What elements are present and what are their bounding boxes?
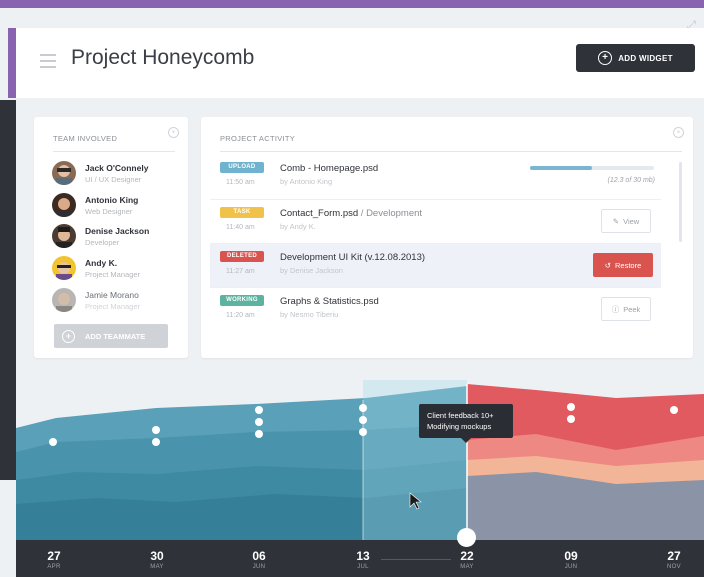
member-name: Jamie Morano: [85, 290, 139, 300]
file-name: Contact_Form.psd / Development: [280, 208, 423, 219]
team-panel: TEAM INVOLVED × Jack O'Connely UI / UX D…: [34, 117, 188, 358]
left-rail: [0, 100, 16, 480]
status-badge: TASK: [220, 207, 264, 218]
chart-tooltip: Client feedback 10+ Modifying mockups: [419, 404, 513, 443]
restore-icon: ↺: [604, 260, 612, 270]
activity-row[interactable]: UPLOAD 11:50 am Comb - Homepage.psd by A…: [210, 155, 661, 199]
peek-button[interactable]: ⓘ Peek: [601, 297, 651, 321]
team-member[interactable]: Denise Jackson Developer: [52, 224, 182, 252]
axis-tick[interactable]: 22 MAY: [447, 549, 487, 570]
activity-row[interactable]: DELETED 11:27 am Development UI Kit (v.1…: [210, 243, 661, 288]
add-teammate-label: ADD TEAMMATE: [85, 331, 146, 341]
activity-row[interactable]: WORKING 11:20 am Graphs & Statistics.psd…: [210, 287, 661, 332]
activity-time: 11:20 am: [226, 312, 255, 319]
member-role: UI / UX Designer: [85, 175, 142, 184]
activity-time: 11:27 am: [226, 268, 255, 275]
activity-author: by Andy K.: [280, 222, 316, 231]
page-header: Project Honeycomb + ADD WIDGET: [16, 28, 704, 98]
file-name: Graphs & Statistics.psd: [280, 296, 379, 307]
header-accent-bar: [8, 28, 16, 98]
file-name: Development UI Kit (v.12.08.2013): [280, 252, 426, 263]
range-connector: [381, 559, 451, 560]
activity-time: 11:50 am: [226, 179, 255, 186]
member-name: Andy K.: [85, 258, 118, 268]
team-member[interactable]: Antonio King Web Designer: [52, 193, 182, 221]
stream-layer: [467, 472, 704, 540]
team-member[interactable]: Andy K. Project Manager: [52, 256, 182, 284]
activity-row[interactable]: TASK 11:40 am Contact_Form.psd / Develop…: [210, 199, 661, 244]
file-name: Comb - Homepage.psd: [280, 163, 379, 174]
activity-author: by Nesmo Tiberiu: [280, 310, 339, 319]
axis-tick[interactable]: 09 JUN: [551, 549, 591, 570]
upload-progress-bar: [530, 166, 654, 170]
activity-author: by Antonio King: [280, 177, 333, 186]
scrollbar[interactable]: [679, 162, 682, 242]
member-role: Project Manager: [85, 302, 141, 311]
top-accent-strip: [0, 0, 704, 8]
timeline-axis: 27 APR 30 MAY 06 JUN 13 JUL 22 MAY 09 JUN 27 NO…: [16, 540, 704, 577]
plus-circle-icon: +: [62, 329, 75, 343]
avatar: [52, 224, 76, 248]
add-widget-button[interactable]: + ADD WIDGET: [576, 44, 695, 72]
member-name: Antonio King: [85, 195, 139, 205]
tooltip-line: Client feedback 10+: [427, 411, 494, 420]
status-badge: UPLOAD: [220, 162, 264, 173]
axis-tick[interactable]: 27 APR: [34, 549, 74, 570]
plus-circle-icon: +: [598, 51, 613, 65]
axis-tick[interactable]: 30 MAY: [137, 549, 177, 570]
close-icon[interactable]: ×: [673, 127, 684, 138]
member-role: Project Manager: [85, 270, 141, 279]
page-title: Project Honeycomb: [71, 46, 255, 69]
add-widget-label: ADD WIDGET: [618, 53, 673, 63]
divider: [220, 151, 682, 152]
avatar: [52, 256, 76, 280]
avatar: [52, 288, 76, 312]
add-teammate-button[interactable]: + ADD TEAMMATE: [54, 324, 168, 348]
activity-panel-title: PROJECT ACTIVITY: [220, 134, 296, 143]
team-panel-title: TEAM INVOLVED: [53, 134, 118, 143]
tooltip-line: Modifying mockups: [427, 422, 492, 431]
member-name: Denise Jackson: [85, 226, 150, 236]
status-badge: WORKING: [220, 295, 264, 306]
axis-tick[interactable]: 27 NOV: [654, 549, 694, 570]
member-role: Web Designer: [85, 207, 133, 216]
team-member[interactable]: Jack O'Connely UI / UX Designer: [52, 161, 182, 189]
close-icon[interactable]: ×: [168, 127, 179, 138]
restore-button[interactable]: ↺ Restore: [593, 253, 653, 277]
divider: [53, 151, 175, 152]
axis-tick[interactable]: 13 JUL: [343, 549, 383, 570]
avatar: [52, 161, 76, 185]
axis-tick[interactable]: 06 JUN: [239, 549, 279, 570]
info-icon: ⓘ: [611, 304, 620, 314]
activity-time: 11:40 am: [226, 224, 255, 231]
upload-progress-text: (12.3 of 30 mb): [607, 177, 655, 184]
edit-icon: ✎: [612, 216, 620, 226]
timeline-scrubber-handle[interactable]: [457, 528, 476, 547]
menu-icon[interactable]: [40, 54, 56, 68]
status-badge: DELETED: [220, 251, 264, 262]
activity-panel: PROJECT ACTIVITY × UPLOAD 11:50 am Comb …: [201, 117, 693, 358]
activity-author: by Denise Jackson: [280, 266, 343, 275]
progress-fill: [530, 166, 592, 170]
team-member[interactable]: Jamie Morano Project Manager: [52, 288, 182, 316]
member-role: Developer: [85, 238, 120, 247]
avatar: [52, 193, 76, 217]
member-name: Jack O'Connely: [85, 163, 149, 173]
view-button[interactable]: ✎ View: [601, 209, 651, 233]
timeline-stream-chart[interactable]: [16, 380, 704, 540]
